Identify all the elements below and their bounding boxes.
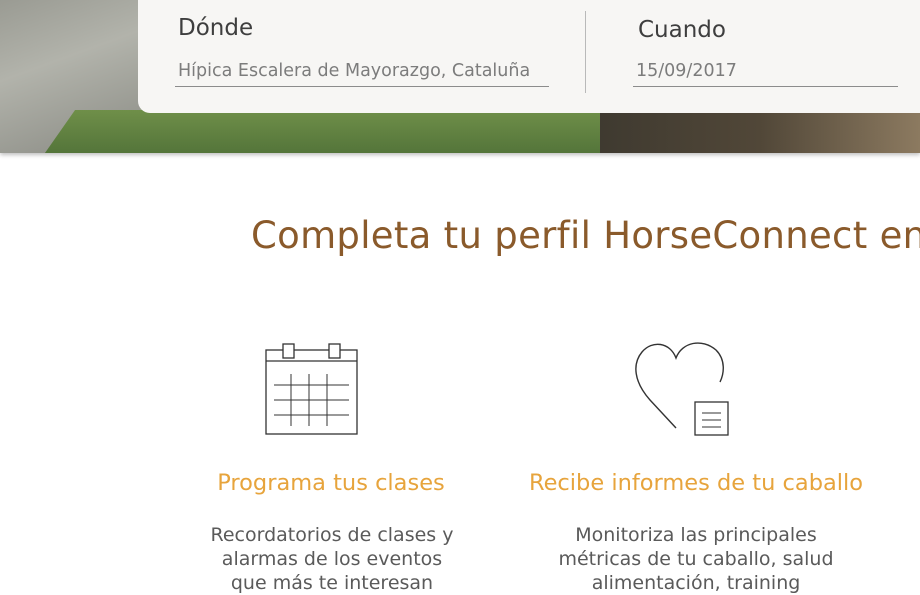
desc-line: Recordatorios de clases y bbox=[210, 524, 454, 546]
when-input[interactable] bbox=[633, 58, 898, 87]
when-label: Cuando bbox=[638, 17, 726, 43]
desc-line: alimentación, training bbox=[591, 572, 801, 594]
booking-card: Dónde Cuando bbox=[138, 0, 920, 113]
card-divider bbox=[585, 11, 586, 93]
heart-report-icon bbox=[635, 342, 729, 436]
desc-line: alarmas de los eventos bbox=[221, 548, 443, 570]
calendar-icon bbox=[265, 343, 358, 435]
desc-line: métricas de tu caballo, salud bbox=[558, 548, 834, 570]
feature-desc-reports: Monitoriza las principales métricas de t… bbox=[545, 523, 847, 595]
feature-desc-schedule: Recordatorios de clases y alarmas de los… bbox=[187, 523, 477, 595]
feature-title-reports: Recibe informes de tu caballo bbox=[528, 470, 864, 496]
where-label: Dónde bbox=[178, 15, 254, 41]
feature-title-schedule: Programa tus clases bbox=[217, 470, 445, 496]
where-input[interactable] bbox=[175, 58, 549, 87]
desc-line: que más te interesan bbox=[230, 572, 434, 594]
desc-line: Monitoriza las principales bbox=[575, 524, 817, 546]
page-headline: Completa tu perfil HorseConnect en bbox=[251, 214, 920, 257]
